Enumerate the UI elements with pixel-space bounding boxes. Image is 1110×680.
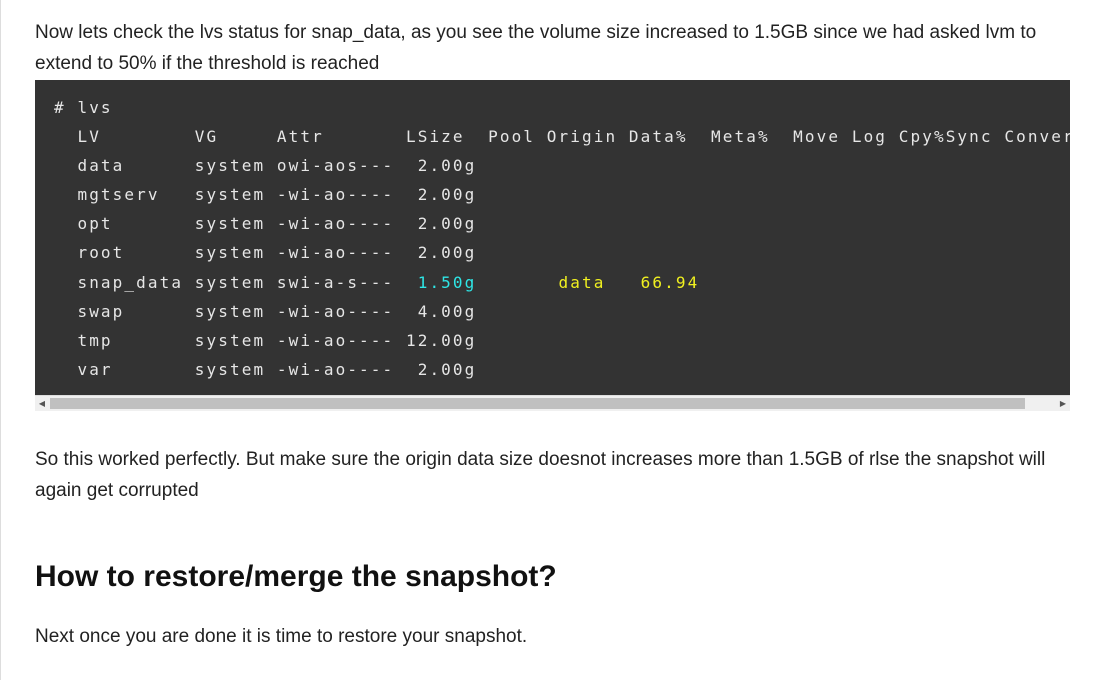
result-paragraph: So this worked perfectly. But make sure … [35,449,1046,501]
lv-row: tmp system -wi-ao---- 12.00g [54,326,1070,355]
code-text: root system -wi-ao---- 2.00g [54,243,477,263]
lv-row: snap_data system swi-a-s--- 1.50g data 6… [54,268,1070,297]
lv-row: var system -wi-ao---- 2.00g [54,355,1070,384]
lv-row: root system -wi-ao---- 2.00g [54,238,1070,267]
code-text: LV VG Attr LSize Pool Origin Data% Meta%… [54,127,1070,147]
lv-row: swap system -wi-ao---- 4.00g [54,297,1070,326]
command-line: # lvs [54,93,1070,122]
highlighted-value: 66.94 [640,272,700,292]
lv-row: opt system -wi-ao---- 2.00g [54,209,1070,238]
next-paragraph: Next once you are done it is time to res… [35,626,528,647]
lvs-output: # lvs LV VG Attr LSize Pool Origin Data%… [35,80,1070,384]
code-text: tmp system -wi-ao---- 12.00g [54,330,477,350]
section-heading: How to restore/merge the snapshot? [35,560,557,593]
intro-paragraph: Now lets check the lvs status for snap_d… [35,22,1037,74]
scroll-right-icon[interactable]: ▶ [1056,396,1070,411]
header-row: LV VG Attr LSize Pool Origin Data% Meta%… [54,122,1070,151]
highlighted-value: 1.50g [417,272,477,292]
code-block: # lvs LV VG Attr LSize Pool Origin Data%… [35,80,1070,411]
lv-row: mgtserv system -wi-ao---- 2.00g [54,180,1070,209]
code-text: data system owi-aos--- 2.00g [54,156,477,176]
code-text: snap_data system swi-a-s--- [54,272,418,292]
scroll-left-icon[interactable]: ◀ [35,396,49,411]
highlighted-value: data [558,272,606,292]
scrollbar-thumb[interactable] [50,398,1025,409]
code-text: opt system -wi-ao---- 2.00g [54,214,477,234]
lv-row: data system owi-aos--- 2.00g [54,151,1070,180]
horizontal-scrollbar[interactable]: ◀ ▶ [35,395,1070,411]
code-text: var system -wi-ao---- 2.00g [54,359,477,379]
code-text: # lvs [54,98,113,117]
code-text: mgtserv system -wi-ao---- 2.00g [54,185,477,205]
code-text: swap system -wi-ao---- 4.00g [54,301,477,321]
